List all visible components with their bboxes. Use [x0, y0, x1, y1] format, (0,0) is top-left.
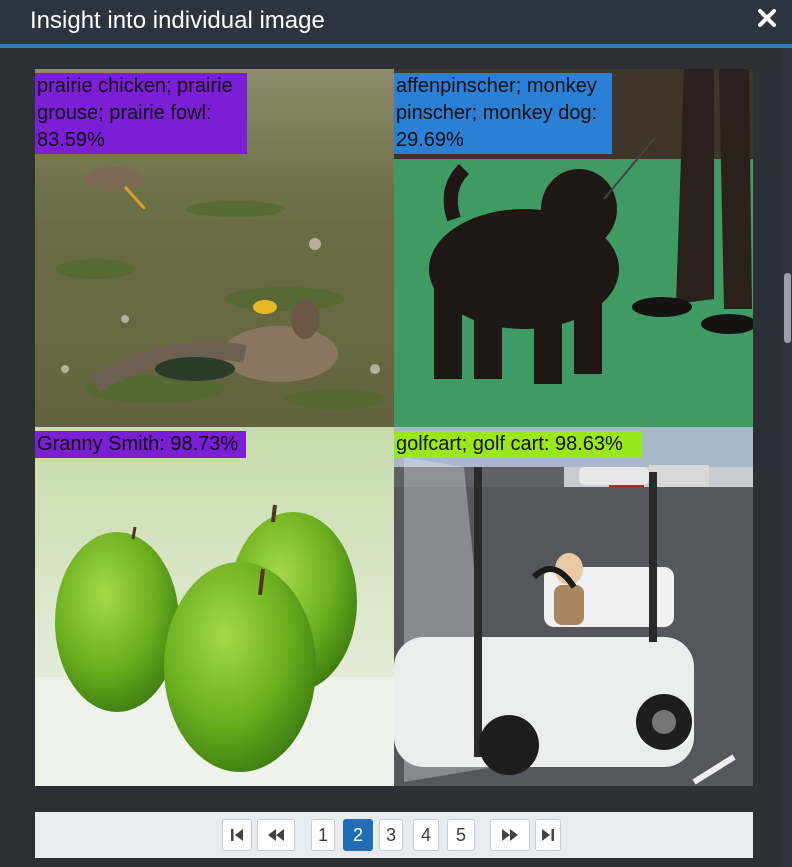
first-page-icon[interactable] [222, 819, 252, 851]
scrollbar-thumb[interactable] [784, 273, 791, 343]
image-cell-affenpinscher[interactable]: affenpinscher; monkey pinscher; monkey d… [394, 69, 753, 427]
page-button-4[interactable]: 4 [413, 819, 439, 851]
golf-cart-photo [394, 427, 753, 786]
last-page-icon[interactable] [535, 819, 561, 851]
previous-page-icon[interactable] [257, 819, 295, 851]
prediction-label: prairie chicken; prairie grouse; prairie… [35, 73, 247, 154]
insight-dialog: Insight into individual image prairie ch… [0, 0, 792, 867]
next-page-icon[interactable] [490, 819, 530, 851]
scrollbar[interactable] [782, 48, 792, 867]
image-cell-granny-smith[interactable]: Granny Smith: 98.73% [35, 427, 394, 786]
dialog-title: Insight into individual image [30, 7, 325, 34]
pagination: 1 2 3 4 5 [35, 812, 753, 858]
image-cell-golfcart[interactable]: golfcart; golf cart: 98.63% [394, 427, 753, 786]
dialog-header: Insight into individual image [0, 0, 792, 44]
page-button-3[interactable]: 3 [379, 819, 403, 851]
close-icon[interactable] [756, 7, 778, 29]
image-cell-prairie-chicken[interactable]: prairie chicken; prairie grouse; prairie… [35, 69, 394, 427]
prediction-label: affenpinscher; monkey pinscher; monkey d… [394, 73, 612, 154]
image-grid: prairie chicken; prairie grouse; prairie… [35, 69, 753, 786]
page-button-5[interactable]: 5 [447, 819, 475, 851]
prediction-label: golfcart; golf cart: 98.63% [394, 431, 642, 458]
page-button-2-current[interactable]: 2 [343, 819, 373, 851]
page-button-1[interactable]: 1 [311, 819, 335, 851]
prediction-label: Granny Smith: 98.73% [35, 431, 246, 458]
green-apples-photo [35, 427, 394, 786]
